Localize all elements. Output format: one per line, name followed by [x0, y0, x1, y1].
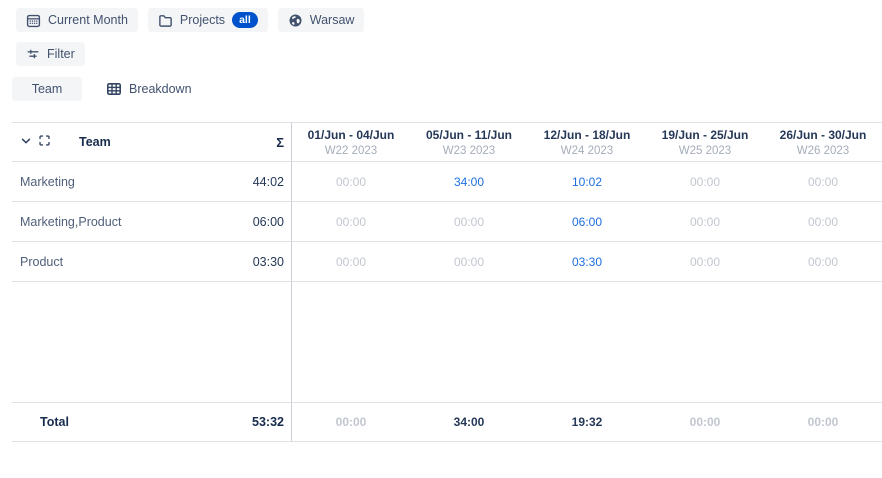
- current-month-label: Current Month: [48, 13, 128, 27]
- week-number: W23 2023: [443, 145, 495, 157]
- team-name: Marketing,Product: [12, 215, 121, 229]
- spacer-left-pane: [12, 282, 292, 402]
- total-time-cell: 34:00: [410, 403, 528, 441]
- total-time-cell: 00:00: [292, 403, 410, 441]
- filter-row: Filter: [16, 42, 882, 66]
- week-range: 05/Jun - 11/Jun: [426, 128, 512, 142]
- time-cell[interactable]: 03:30: [528, 242, 646, 281]
- time-cell[interactable]: 10:02: [528, 162, 646, 201]
- row-label-pane: Marketing,Product 06:00: [12, 202, 292, 241]
- row-total: 44:02: [253, 175, 291, 189]
- location-label: Warsaw: [310, 13, 355, 27]
- group-column-header: Team: [79, 135, 111, 149]
- team-name: Product: [12, 255, 63, 269]
- week-range: 26/Jun - 30/Jun: [780, 128, 867, 142]
- row-label-pane: Product 03:30: [12, 242, 292, 281]
- row-label-pane: Marketing 44:02: [12, 162, 292, 201]
- row-cells: 00:00 34:00 10:02 00:00 00:00: [292, 162, 882, 201]
- week-column-header: 12/Jun - 18/Jun W24 2023: [528, 123, 646, 161]
- table-header-row: Team Σ 01/Jun - 04/Jun W22 2023 05/Jun -…: [12, 122, 882, 162]
- breakdown-label: Breakdown: [129, 82, 192, 96]
- week-range: 12/Jun - 18/Jun: [544, 128, 631, 142]
- table-row: Marketing 44:02 00:00 34:00 10:02 00:00 …: [12, 162, 882, 202]
- spacer-cells: [292, 282, 882, 402]
- collapse-all-button[interactable]: [17, 133, 35, 151]
- week-range: 19/Jun - 25/Jun: [662, 128, 749, 142]
- projects-filter-button[interactable]: Projects all: [148, 8, 268, 32]
- total-cells: 00:00 34:00 19:32 00:00 00:00: [292, 403, 882, 441]
- chevron-down-icon: [20, 135, 32, 150]
- filter-toolbar: Current Month Projects all Warsaw: [0, 0, 882, 32]
- table-empty-area: [12, 282, 882, 402]
- time-cell[interactable]: 00:00: [764, 202, 882, 241]
- week-column-header: 26/Jun - 30/Jun W26 2023: [764, 123, 882, 161]
- time-cell[interactable]: 00:00: [646, 202, 764, 241]
- table-row: Product 03:30 00:00 00:00 03:30 00:00 00…: [12, 242, 882, 282]
- week-range: 01/Jun - 04/Jun: [308, 128, 395, 142]
- location-filter-button[interactable]: Warsaw: [278, 8, 365, 32]
- filter-icon: [26, 47, 40, 61]
- team-view-label: Team: [32, 82, 63, 96]
- week-column-header: 19/Jun - 25/Jun W25 2023: [646, 123, 764, 161]
- time-cell[interactable]: 34:00: [410, 162, 528, 201]
- folder-icon: [158, 13, 173, 28]
- row-cells: 00:00 00:00 03:30 00:00 00:00: [292, 242, 882, 281]
- team-name: Marketing: [12, 175, 75, 189]
- time-cell[interactable]: 00:00: [410, 202, 528, 241]
- view-toolbar: Team Breakdown: [12, 77, 882, 101]
- week-number: W24 2023: [561, 145, 613, 157]
- globe-icon: [288, 13, 303, 28]
- team-view-button[interactable]: Team: [12, 77, 82, 101]
- time-cell[interactable]: 00:00: [646, 242, 764, 281]
- projects-label: Projects: [180, 13, 225, 27]
- time-cell[interactable]: 00:00: [646, 162, 764, 201]
- row-total: 06:00: [253, 215, 291, 229]
- time-cell[interactable]: 00:00: [764, 162, 882, 201]
- filter-label: Filter: [47, 47, 75, 61]
- total-time-cell: 00:00: [646, 403, 764, 441]
- breakdown-grid-icon: [106, 81, 122, 97]
- time-cell[interactable]: 00:00: [764, 242, 882, 281]
- time-cell[interactable]: 00:00: [292, 162, 410, 201]
- total-time-cell: 19:32: [528, 403, 646, 441]
- grand-total: 53:32: [252, 415, 291, 429]
- projects-all-badge: all: [232, 12, 258, 29]
- total-label-pane: Total 53:32: [12, 403, 292, 441]
- time-cell[interactable]: 00:00: [410, 242, 528, 281]
- total-label: Total: [12, 415, 69, 429]
- week-number: W25 2023: [679, 145, 731, 157]
- sum-column-header: Σ: [276, 135, 291, 150]
- calendar-icon: [26, 13, 41, 28]
- expand-fullscreen-button[interactable]: [35, 133, 53, 151]
- current-month-button[interactable]: Current Month: [16, 8, 138, 32]
- total-row: Total 53:32 00:00 34:00 19:32 00:00 00:0…: [12, 402, 882, 442]
- time-cell[interactable]: 00:00: [292, 242, 410, 281]
- time-cell[interactable]: 00:00: [292, 202, 410, 241]
- week-column-header: 05/Jun - 11/Jun W23 2023: [410, 123, 528, 161]
- filter-button[interactable]: Filter: [16, 42, 85, 66]
- timesheet-table: Team Σ 01/Jun - 04/Jun W22 2023 05/Jun -…: [12, 122, 882, 442]
- week-number: W22 2023: [325, 145, 377, 157]
- week-column-headers: 01/Jun - 04/Jun W22 2023 05/Jun - 11/Jun…: [292, 123, 882, 161]
- week-number: W26 2023: [797, 145, 849, 157]
- total-time-cell: 00:00: [764, 403, 882, 441]
- row-cells: 00:00 00:00 06:00 00:00 00:00: [292, 202, 882, 241]
- expand-icon: [38, 134, 51, 150]
- row-total: 03:30: [253, 255, 291, 269]
- group-header-pane: Team Σ: [12, 123, 292, 161]
- app-root: Current Month Projects all Warsaw: [0, 0, 882, 442]
- table-row: Marketing,Product 06:00 00:00 00:00 06:0…: [12, 202, 882, 242]
- time-cell[interactable]: 06:00: [528, 202, 646, 241]
- week-column-header: 01/Jun - 04/Jun W22 2023: [292, 123, 410, 161]
- breakdown-toggle[interactable]: Breakdown: [96, 77, 202, 101]
